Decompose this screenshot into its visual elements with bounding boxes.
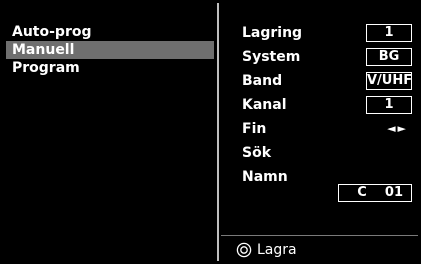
fin-arrows-icon[interactable]: ◄► xyxy=(387,120,408,138)
footer-divider xyxy=(221,235,418,236)
tv-osd-screen: Auto-prog Manuell Program Lagring 1 Syst… xyxy=(0,0,421,278)
lagring-value[interactable]: 1 xyxy=(366,24,412,42)
band-label: Band xyxy=(242,73,283,89)
left-menu: Auto-prog Manuell Program xyxy=(3,3,214,261)
menu-item-auto-prog[interactable]: Auto-prog xyxy=(6,23,214,41)
kanal-label: Kanal xyxy=(242,97,287,113)
fin-label: Fin xyxy=(242,121,267,137)
band-value[interactable]: V/UHF xyxy=(366,72,412,90)
namn-label: Namn xyxy=(242,169,288,185)
system-value[interactable]: BG xyxy=(366,48,412,66)
ok-circle-icon xyxy=(236,242,252,258)
system-label: System xyxy=(242,49,301,65)
lagring-label: Lagring xyxy=(242,25,303,41)
menu-item-manuell[interactable]: Manuell xyxy=(6,41,214,59)
kanal-value[interactable]: 1 xyxy=(366,96,412,114)
sok-label[interactable]: Sök xyxy=(242,144,271,162)
settings-panel: Lagring 1 System BG Band V/UHF Kanal 1 F… xyxy=(221,3,418,261)
footer-save-label[interactable]: Lagra xyxy=(257,241,297,259)
namn-value[interactable]: C 01 xyxy=(338,184,412,202)
menu-item-program[interactable]: Program xyxy=(6,59,214,77)
panel-divider xyxy=(217,3,219,261)
